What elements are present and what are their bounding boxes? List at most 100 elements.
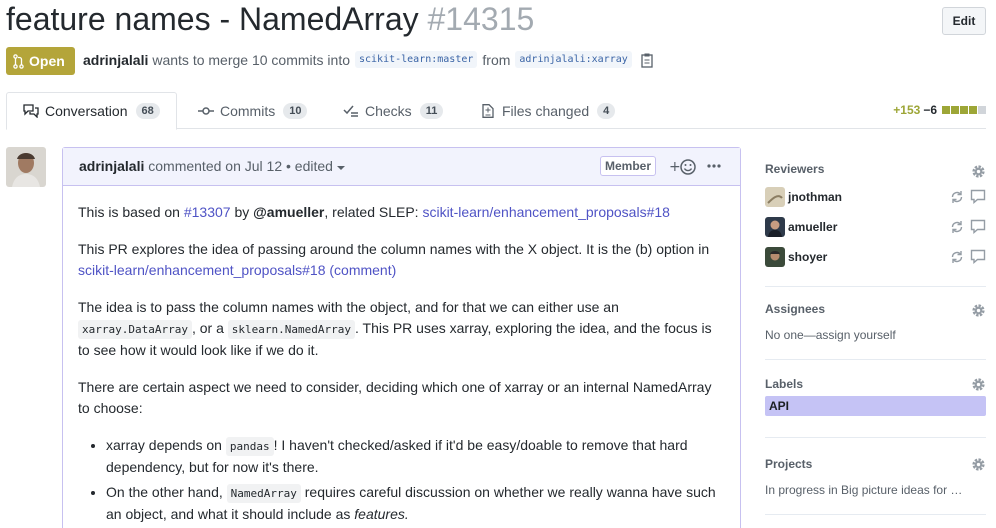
diffstat-block <box>978 106 986 114</box>
diffstat-blocks <box>942 106 986 114</box>
tab-counter: 11 <box>419 102 444 119</box>
svg-text:+: + <box>669 159 681 175</box>
list-item: xarray depends on pandas! I haven't chec… <box>106 435 725 478</box>
text: The idea is to pass the column names wit… <box>78 299 619 315</box>
reviewer-name: shoyer <box>788 250 828 264</box>
avatar-image <box>6 147 46 187</box>
text: , related SLEP: <box>324 204 423 220</box>
role-badge: Member <box>600 156 657 176</box>
assignees-section: Assignees No one—assign yourself <box>765 287 986 360</box>
comment-icon[interactable] <box>970 219 986 234</box>
git-pull-request-icon <box>13 53 24 69</box>
from-text: from <box>482 51 511 68</box>
status-label: Open <box>29 53 65 69</box>
reviewers-section: Reviewers jnothman amueller shoyer <box>765 147 986 287</box>
pr-title: feature names - NamedArray #14315 <box>6 0 534 38</box>
pr-tabs: Conversation 68 Commits 10 Checks 11 Fil… <box>6 92 986 130</box>
comment-discussion-icon <box>23 104 39 118</box>
gear-icon[interactable] <box>971 164 986 179</box>
list-item: On the other hand, NamedArray requires c… <box>106 482 725 525</box>
file-diff-icon <box>482 103 494 118</box>
clipboard-icon[interactable] <box>640 52 654 68</box>
diffstat: +153 −6 <box>893 103 986 117</box>
comment-paragraph: This PR explores the idea of passing aro… <box>78 239 725 281</box>
merge-text: wants to merge 10 commits into <box>152 51 350 68</box>
text: This PR explores the idea of passing aro… <box>78 241 710 257</box>
text: by <box>230 204 254 220</box>
inline-code: NamedArray <box>226 484 301 503</box>
reviewer-item[interactable]: shoyer <box>765 242 986 272</box>
diffstat-deletions: −6 <box>923 103 937 117</box>
emphasis: features. <box>354 506 409 522</box>
pr-title-text: feature names - NamedArray <box>6 1 419 37</box>
assignees-title: Assignees <box>765 302 826 316</box>
gear-icon[interactable] <box>971 303 986 318</box>
tab-label: Files changed <box>502 102 590 119</box>
issue-link[interactable]: #13307 <box>184 204 231 220</box>
labels-section: Labels API <box>765 360 986 438</box>
tab-counter: 68 <box>135 103 160 119</box>
smiley-icon[interactable]: + <box>669 158 697 176</box>
tab-checks[interactable]: Checks 11 <box>343 92 444 129</box>
sync-icon[interactable] <box>950 190 964 204</box>
comment-paragraph: This is based on #13307 by @amueller, re… <box>78 202 725 223</box>
author-link[interactable]: adrinjalali <box>83 52 148 68</box>
user-mention[interactable]: @amueller <box>253 204 324 220</box>
comment-paragraph: The idea is to pass the column names wit… <box>78 297 725 361</box>
projects-text[interactable]: In progress in Big picture ideas for … <box>765 483 986 497</box>
reviewer-name: amueller <box>788 220 838 234</box>
diffstat-block <box>942 106 950 114</box>
reviewers-title: Reviewers <box>765 162 825 176</box>
comment-icon[interactable] <box>970 189 986 204</box>
comment-author[interactable]: adrinjalali <box>79 158 144 174</box>
checklist-icon <box>343 105 358 117</box>
gear-icon[interactable] <box>971 457 986 472</box>
projects-title: Projects <box>765 457 813 471</box>
base-branch[interactable]: scikit-learn:master <box>355 51 478 68</box>
comment-list: xarray depends on pandas! I haven't chec… <box>78 435 725 525</box>
kebab-icon[interactable] <box>707 156 721 176</box>
status-badge: Open <box>6 47 75 75</box>
reviewer-item[interactable]: amueller <box>765 212 986 242</box>
inline-code: xarray.DataArray <box>78 320 192 339</box>
text: On the other hand, <box>106 484 227 500</box>
comment-card: adrinjalali commented on Jul 12 • edited… <box>62 147 741 528</box>
inline-code: sklearn.NamedArray <box>227 320 355 339</box>
comment-paragraph: There are certain aspect we need to cons… <box>78 379 712 416</box>
assignees-text[interactable]: No one—assign yourself <box>765 328 986 342</box>
head-branch[interactable]: adrinjalali:xarray <box>515 51 632 68</box>
avatar[interactable] <box>6 147 46 187</box>
slep-link[interactable]: scikit-learn/enhancement_proposals#18 <box>422 204 669 220</box>
text: xarray depends on <box>106 437 226 453</box>
sync-icon[interactable] <box>950 220 964 234</box>
tab-files-changed[interactable]: Files changed 4 <box>480 92 616 129</box>
tab-label: Conversation <box>45 103 128 119</box>
git-commit-icon <box>198 106 214 115</box>
tab-label: Checks <box>365 102 412 119</box>
comment-icon[interactable] <box>970 249 986 264</box>
comment-timestamp[interactable]: commented on Jul 12 • edited <box>148 158 333 174</box>
reviewer-list: jnothman amueller shoyer <box>765 182 986 272</box>
avatar <box>765 217 785 237</box>
tab-conversation[interactable]: Conversation 68 <box>6 92 177 130</box>
projects-section: Projects In progress in Big picture idea… <box>765 438 986 515</box>
comment-link[interactable]: scikit-learn/enhancement_proposals#18 (c… <box>78 262 396 278</box>
avatar <box>765 187 785 207</box>
gear-icon[interactable] <box>971 377 986 392</box>
comment-header: adrinjalali commented on Jul 12 • edited… <box>63 148 740 186</box>
pr-meta: adrinjalali wants to merge 10 commits in… <box>83 51 654 68</box>
inline-code: pandas <box>225 437 274 456</box>
reviewer-name: jnothman <box>788 190 842 204</box>
label-api[interactable]: API <box>765 396 986 416</box>
labels-title: Labels <box>765 377 804 391</box>
tab-counter: 4 <box>597 102 616 119</box>
diffstat-additions: +153 <box>893 103 921 117</box>
sidebar: Reviewers jnothman amueller shoyer Assig… <box>765 147 986 515</box>
chevron-down-icon[interactable] <box>336 165 345 171</box>
text: , or a <box>191 320 228 336</box>
tab-commits[interactable]: Commits 10 <box>198 92 308 129</box>
edit-button[interactable]: Edit <box>942 7 986 35</box>
sync-icon[interactable] <box>950 250 964 264</box>
reviewer-item[interactable]: jnothman <box>765 182 986 212</box>
diffstat-block <box>960 106 968 114</box>
